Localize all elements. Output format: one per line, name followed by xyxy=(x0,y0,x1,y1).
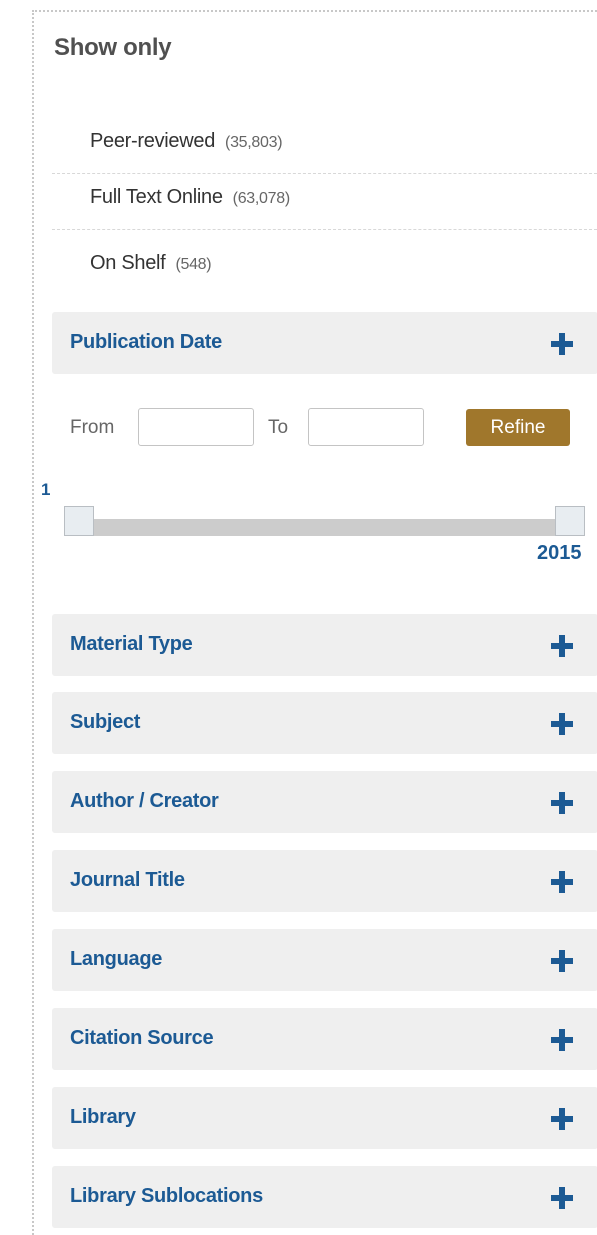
facet-library[interactable]: Library xyxy=(52,1087,597,1149)
filter-name: Full Text Online xyxy=(90,186,223,208)
facet-label: Author / Creator xyxy=(70,790,219,812)
facet-author-creator[interactable]: Author / Creator xyxy=(52,771,597,833)
facet-language[interactable]: Language xyxy=(52,929,597,991)
to-year-input[interactable] xyxy=(308,408,424,446)
filter-full-text-online[interactable]: Full Text Online (63,078) xyxy=(52,164,597,230)
plus-icon[interactable] xyxy=(551,1108,573,1130)
facet-label: Library xyxy=(70,1106,136,1128)
plus-icon[interactable] xyxy=(551,713,573,735)
date-slider-track[interactable] xyxy=(72,519,580,536)
plus-icon[interactable] xyxy=(551,950,573,972)
filter-on-shelf[interactable]: On Shelf (548) xyxy=(52,230,597,296)
facet-journal-title[interactable]: Journal Title xyxy=(52,850,597,912)
plus-icon[interactable] xyxy=(551,333,573,355)
filter-label: Full Text Online (63,078) xyxy=(90,186,290,209)
plus-icon[interactable] xyxy=(551,792,573,814)
filter-count: (63,078) xyxy=(232,190,291,207)
filter-name: Peer-reviewed xyxy=(90,130,216,152)
facet-label: Publication Date xyxy=(70,331,222,353)
filter-count: (548) xyxy=(175,256,212,273)
facet-label: Journal Title xyxy=(70,869,185,891)
slider-max-handle[interactable] xyxy=(555,506,585,536)
facet-publication-date[interactable]: Publication Date xyxy=(52,312,597,374)
filter-label: On Shelf (548) xyxy=(90,252,212,275)
facet-material-type[interactable]: Material Type xyxy=(52,614,597,676)
filter-count: (35,803) xyxy=(225,134,283,151)
facet-label: Citation Source xyxy=(70,1027,214,1049)
facet-sidebar: Show only Peer-reviewed (35,803) Full Tex… xyxy=(32,10,597,1235)
plus-icon[interactable] xyxy=(551,635,573,657)
from-label: From xyxy=(70,417,115,438)
plus-icon[interactable] xyxy=(551,1029,573,1051)
filter-label: Peer-reviewed (35,803) xyxy=(90,130,283,153)
to-label: To xyxy=(268,417,289,438)
facet-label: Library Sublocations xyxy=(70,1185,263,1207)
facet-label: Language xyxy=(70,948,163,970)
slider-min-label: 1 xyxy=(41,480,51,499)
facet-label: Subject xyxy=(70,711,141,733)
facet-subject[interactable]: Subject xyxy=(52,692,597,754)
facet-label: Material Type xyxy=(70,633,193,655)
refine-button[interactable]: Refine xyxy=(466,409,570,446)
facet-citation-source[interactable]: Citation Source xyxy=(52,1008,597,1070)
facet-library-sublocations[interactable]: Library Sublocations xyxy=(52,1166,597,1228)
plus-icon[interactable] xyxy=(551,1187,573,1209)
show-only-heading: Show only xyxy=(54,34,172,61)
plus-icon[interactable] xyxy=(551,871,573,893)
from-year-input[interactable] xyxy=(138,408,254,446)
slider-min-handle[interactable] xyxy=(64,506,94,536)
filter-name: On Shelf xyxy=(90,252,166,274)
slider-max-label: 2015 xyxy=(537,542,582,564)
